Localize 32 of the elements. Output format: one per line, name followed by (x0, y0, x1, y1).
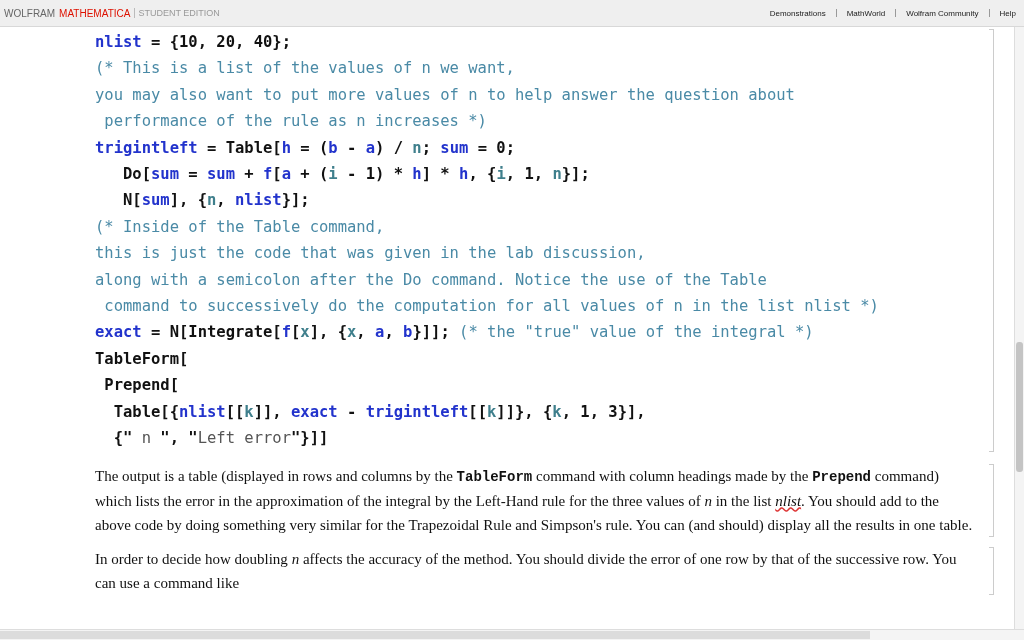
cell-bracket[interactable] (989, 463, 994, 537)
code-line: Prepend[ (103, 375, 180, 397)
header-link[interactable]: Demonstrations (769, 8, 826, 18)
text-paragraph: The output is a table (displayed in rows and columns by the TableForm command with column headings made by the Prepend command) which lists the error in the approximation of the integral by the Left-Hand rule for the three values of n in the list nlist. You should add to the above code by doing something very similar for the Trapezoidal Rule and Simpson's rule. You can (and should) display all the results in one table. (95, 466, 974, 535)
code-line: Do[sum = sum + f[a + (i - 1) * h] * h, {i, 1, n}]; (122, 164, 591, 186)
code-line: you may also want to put more values of n to help answer the question about (95, 84, 796, 106)
vertical-scrollbar[interactable] (1014, 27, 1024, 629)
code-line: nlist = {10, 20, 40}; (95, 32, 292, 53)
code-line: this is just the code that was given in the lab discussion, (95, 243, 647, 265)
cell-bracket[interactable] (989, 29, 994, 452)
scrollbar-thumb[interactable] (0, 631, 870, 639)
code-line: command to successively do the computation for all values of n in the list nlist *) (103, 296, 879, 318)
edition-label: STUDENT EDITION (134, 8, 220, 18)
code-line: exact = N[Integrate[f[x], {x, a, b}]]; (* the "true" value of the integral *) (95, 322, 815, 344)
brand-text: WOLFRAM (4, 7, 56, 19)
code-line: trigintleft = Table[h = (b - a) / n; sum = 0; (95, 137, 517, 159)
header-link[interactable]: MathWorld (846, 8, 886, 18)
scrollbar-thumb[interactable] (1016, 342, 1023, 472)
code-line: (* This is a list of the values of n we want, (95, 58, 516, 80)
brand-text: MATHEMATICA (59, 7, 131, 19)
horizontal-scrollbar[interactable] (0, 629, 1024, 640)
code-line: Table[{nlist[[k]], exact - trigintleft[[k]]}, {k, 1, 3}], (112, 401, 647, 423)
code-line: along with a semicolon after the Do command. Notice the use of the Table (95, 269, 768, 291)
cell-bracket[interactable] (989, 546, 994, 595)
header-link[interactable]: Help (999, 8, 1016, 18)
code-line: performance of the rule as n increases *) (103, 111, 488, 133)
code-line: {" n ", "Left error"}]] (112, 428, 330, 450)
text-paragraph: In order to decide how doubling n affects the accuracy of the method. You should divide the error of one row by that of the successive row. You can use a command like (95, 549, 958, 593)
header-link[interactable]: Wolfram Community (906, 8, 979, 18)
code-line: N[sum], {n, nlist}]; (122, 190, 311, 212)
code-line: (* Inside of the Table command, (95, 216, 386, 238)
code-line: TableForm[ (95, 348, 190, 370)
